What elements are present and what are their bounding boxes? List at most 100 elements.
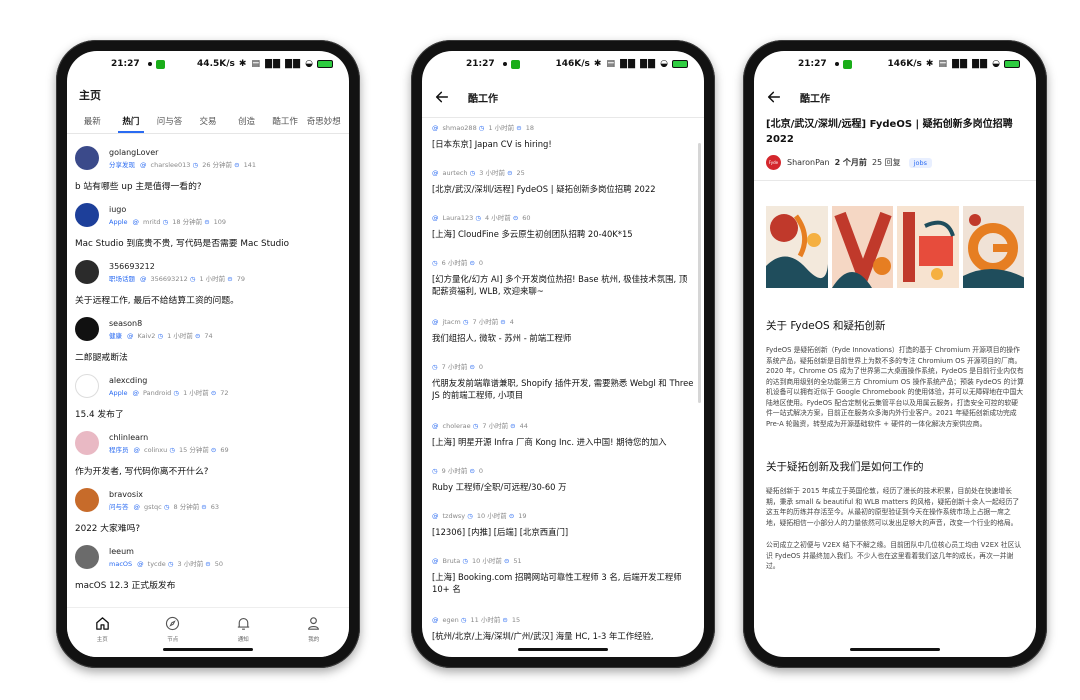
job-item[interactable]: ◷ 7 小时前 ⊝ 0 代朋友发前端靠谱兼职, Shopify 插件开发, 需要熟悉 …: [432, 357, 694, 416]
app-bar: 酷工作: [754, 77, 1036, 117]
job-title[interactable]: [12306] [内推] [后端] [北京西直门]: [432, 526, 694, 538]
job-time: 3 小时前: [479, 169, 505, 177]
divider: [754, 180, 1036, 181]
node-tag[interactable]: 分享发现: [109, 161, 135, 169]
job-title[interactable]: [杭州/北京/上海/深圳/广州/武汉] 海量 HC, 1-3 年工作经验,: [432, 630, 694, 642]
topic-title[interactable]: 作为开发者, 写代码你离不开什么?: [75, 461, 341, 480]
job-item[interactable]: @ Bruta ◷ 10 小时前 ⊝ 51 [上海] Booking.com 招聘网站可…: [432, 551, 694, 610]
at-icon: @: [432, 422, 439, 430]
job-time: 6 小时前: [441, 259, 468, 267]
job-item[interactable]: @ shmao288 ◷ 1 小时前 ⊝ 18 [日本东京] Japan CV is h…: [432, 118, 694, 163]
job-item[interactable]: @ jtacm ◷ 7 小时前 ⊝ 4 我们组招人, 微软 - 苏州 - 前端工程师: [432, 312, 694, 357]
node-tag[interactable]: 程序员: [109, 446, 129, 454]
job-meta: @ aurtech ◷ 3 小时前 ⊝ 25: [432, 167, 694, 177]
comment-icon: ⊝: [210, 388, 217, 397]
avatar[interactable]: [75, 545, 99, 569]
topic-title[interactable]: 二郎腿戒断法: [75, 347, 341, 366]
topic-user[interactable]: bravosix: [109, 490, 219, 499]
topic-title[interactable]: macOS 12.3 正式版发布: [75, 575, 341, 594]
topic-title[interactable]: 2022 大家难吗?: [75, 518, 341, 537]
node-tag[interactable]: Apple: [109, 218, 128, 226]
tab-create[interactable]: 创造: [227, 111, 266, 127]
avatar[interactable]: [75, 203, 99, 227]
topic-row[interactable]: bravosix 问与答 @ gstqc ◷ 8 分钟前 ⊝ 63 2022 大家难吗?: [67, 480, 349, 537]
job-item[interactable]: @ aurtech ◷ 3 小时前 ⊝ 25 [北京/武汉/深圳/远程] FydeOS …: [432, 163, 694, 208]
topic-user[interactable]: iugo: [109, 205, 226, 214]
tab-hot[interactable]: 热门: [112, 111, 151, 133]
comment-icon: ⊝: [500, 318, 506, 326]
at-icon: @: [140, 274, 147, 283]
tab-latest[interactable]: 最新: [73, 111, 112, 127]
topic-row[interactable]: alexcding Apple @ Pandroid ◷ 1 小时前 ⊝ 72 15.4 发…: [67, 366, 349, 423]
topic-user[interactable]: 356693212: [109, 262, 245, 271]
tab-deals[interactable]: 交易: [189, 111, 228, 127]
clock-icon: ◷: [192, 160, 199, 169]
at-icon: @: [133, 502, 141, 511]
topic-title[interactable]: Mac Studio 到底贵不贵, 写代码是否需要 Mac Studio: [75, 233, 341, 252]
jobs-screen: 21:27 146K/s ✱ ▤ ▇▇ ▇▇ ◒ 酷工作 @ shmao288 ◷…: [422, 51, 704, 657]
topic-row[interactable]: season8 健康 @ Kaiv2 ◷ 1 小时前 ⊝ 74 二郎腿戒断法: [67, 309, 349, 366]
job-meta: @ egen ◷ 11 小时前 ⊝ 15: [432, 614, 694, 624]
nav-home[interactable]: 主页: [67, 608, 138, 657]
job-title[interactable]: 代朋友发前端靠谱兼职, Shopify 插件开发, 需要熟悉 Webgl 和 T…: [432, 377, 694, 403]
topic-title[interactable]: 15.4 发布了: [75, 404, 341, 423]
avatar[interactable]: [75, 431, 99, 455]
topic-user[interactable]: chlinlearn: [109, 433, 229, 442]
job-title[interactable]: [上海] CloudFine 多云原生初创团队招聘 20-40K*15: [432, 228, 694, 240]
job-title[interactable]: Ruby 工程师/全职/可远程/30-60 万: [432, 481, 694, 493]
node-tag[interactable]: macOS: [109, 560, 132, 568]
topic-user[interactable]: leeum: [109, 547, 223, 556]
job-title[interactable]: [幻方量化/幻方 AI] 多个开发岗位热招! Base 杭州, 极佳技术氛围, …: [432, 273, 694, 299]
topic-row[interactable]: 356693212 职场话题 @356693212 ◷ 1 小时前 ⊝ 79 关于远程工作…: [67, 252, 349, 309]
node-tag[interactable]: 职场话题: [109, 275, 135, 283]
avatar[interactable]: [75, 317, 99, 341]
job-item[interactable]: @ Laura123 ◷ 4 小时前 ⊝ 60 [上海] CloudFine 多云原生初…: [432, 208, 694, 253]
tab-ideas[interactable]: 奇思妙想: [304, 111, 343, 127]
topic-row[interactable]: iugo Apple @ mritd ◷ 18 分钟前 ⊝ 109 Mac Studio 到…: [67, 195, 349, 252]
tab-qna[interactable]: 问与答: [150, 111, 189, 127]
avatar[interactable]: [75, 146, 99, 170]
author-avatar[interactable]: Fyde: [766, 155, 781, 170]
topic-title[interactable]: 关于远程工作, 最后不给结算工资的问题。: [75, 290, 341, 309]
author-name[interactable]: SharonPan: [787, 158, 830, 167]
topic-user[interactable]: alexcding: [109, 376, 229, 385]
avatar[interactable]: [75, 374, 99, 398]
job-item[interactable]: ◷ 6 小时前 ⊝ 0 [幻方量化/幻方 AI] 多个开发岗位热招! Base 杭州,…: [432, 253, 694, 312]
job-title[interactable]: [日本东京] Japan CV is hiring!: [432, 138, 694, 150]
section-heading: 关于疑拓创新及我们是如何工作的: [766, 461, 924, 474]
back-arrow-icon[interactable]: [434, 89, 450, 105]
topic-title[interactable]: b 站有哪些 up 主是值得一看的?: [75, 176, 341, 195]
section-paragraph: 公司成立之初便与 V2EX 结下不解之缘。目前团队中几位核心员工均由 V2EX …: [766, 541, 1022, 571]
topic-meta-line: Apple @ mritd ◷ 18 分钟前 ⊝ 109: [109, 216, 226, 226]
topic-user[interactable]: golangLover: [109, 148, 256, 157]
tab-jobs[interactable]: 酷工作: [266, 111, 305, 127]
comment-icon: ⊝: [512, 214, 519, 222]
job-title[interactable]: [北京/武汉/深圳/远程] FydeOS | 疑拓创新多岗位招聘 2022: [432, 183, 694, 195]
topic-row[interactable]: chlinlearn 程序员 @ colinxu ◷ 15 分钟前 ⊝ 69 作为开发者, …: [67, 423, 349, 480]
last-reply-user: 356693212: [150, 274, 188, 283]
job-item[interactable]: @ tzdwsy ◷ 10 小时前 ⊝ 19 [12306] [内推] [后端] [北京…: [432, 506, 694, 551]
topic-time: 26 分钟前: [202, 160, 233, 169]
nav-me[interactable]: 我的: [279, 608, 350, 657]
scrollbar[interactable]: [698, 143, 701, 403]
node-tag[interactable]: jobs: [908, 157, 932, 168]
avatar[interactable]: [75, 260, 99, 284]
node-tag[interactable]: Apple: [109, 389, 128, 397]
job-title[interactable]: 我们组招人, 微软 - 苏州 - 前端工程师: [432, 332, 694, 344]
last-reply-user: Kaiv2: [137, 331, 156, 340]
at-icon: @: [432, 169, 439, 177]
job-title[interactable]: [上海] Booking.com 招聘网站可靠性工程师 3 名, 后端开发工程师…: [432, 571, 694, 597]
job-item[interactable]: @ cholerae ◷ 7 小时前 ⊝ 44 [上海] 明星开源 Infra 厂商 K…: [432, 416, 694, 461]
node-tag[interactable]: 健康: [109, 332, 122, 340]
job-title[interactable]: [上海] 明星开源 Infra 厂商 Kong Inc. 进入中国! 期待您的加…: [432, 436, 694, 448]
topic-row[interactable]: golangLover 分享发现 @ charslee013 ◷ 26 分钟前 ⊝ 141…: [67, 138, 349, 195]
node-tag[interactable]: 问与答: [109, 503, 129, 511]
back-arrow-icon[interactable]: [766, 89, 782, 105]
topic-row[interactable]: leeum macOS @ tycde ◷ 3 小时前 ⊝ 50 macOS 12.3 正式…: [67, 537, 349, 594]
topic-user[interactable]: season8: [109, 319, 213, 328]
home-indicator: [850, 648, 940, 651]
avatar[interactable]: [75, 488, 99, 512]
job-author: egen: [442, 616, 459, 624]
job-item[interactable]: ◷ 9 小时前 ⊝ 0 Ruby 工程师/全职/可远程/30-60 万: [432, 461, 694, 506]
notification-dot-icon: [834, 62, 839, 66]
